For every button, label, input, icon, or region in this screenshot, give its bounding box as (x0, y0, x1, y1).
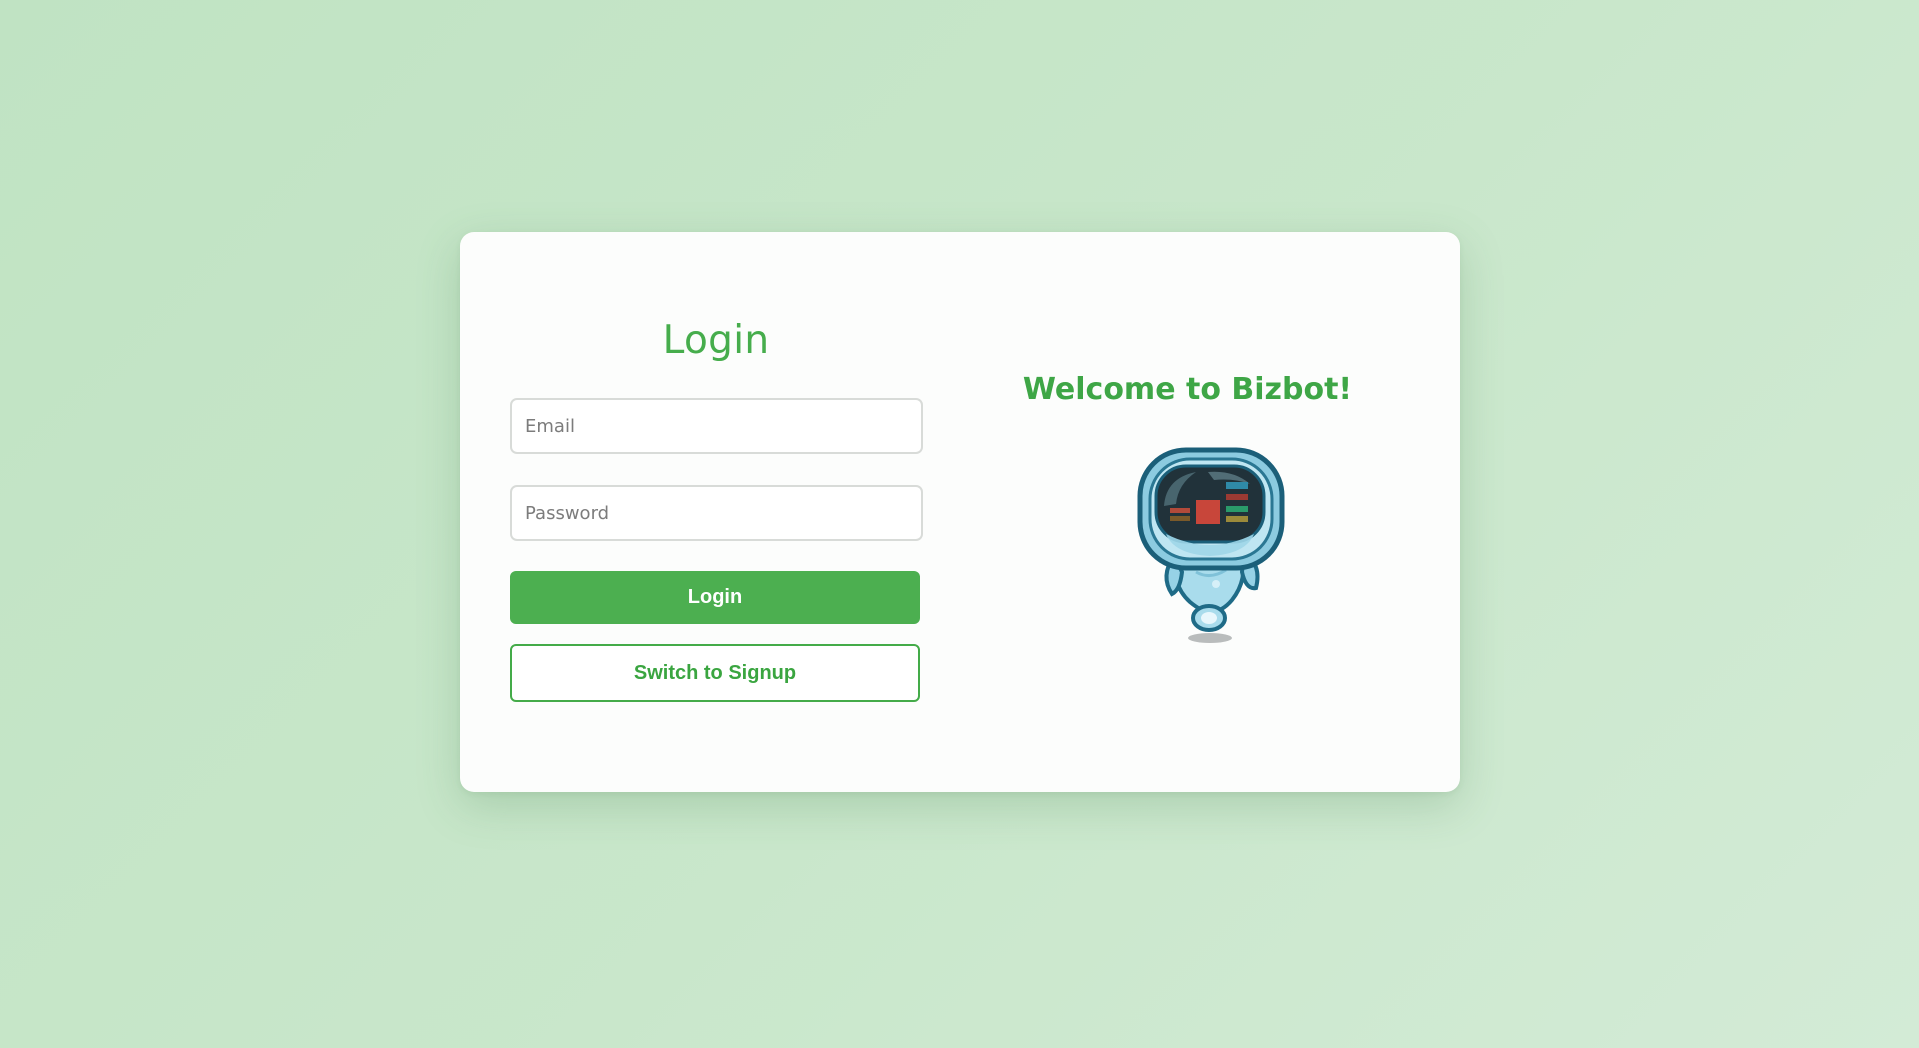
login-card: Login Login Switch to Signup Welcome to … (460, 232, 1460, 792)
login-button[interactable]: Login (510, 571, 920, 624)
login-title: Login (662, 318, 770, 363)
switch-to-signup-button[interactable]: Switch to Signup (510, 644, 920, 702)
email-field[interactable] (510, 398, 923, 454)
welcome-heading: Welcome to Bizbot! (1022, 372, 1353, 407)
password-field[interactable] (510, 485, 923, 541)
robot-mascot-icon (1137, 447, 1285, 643)
